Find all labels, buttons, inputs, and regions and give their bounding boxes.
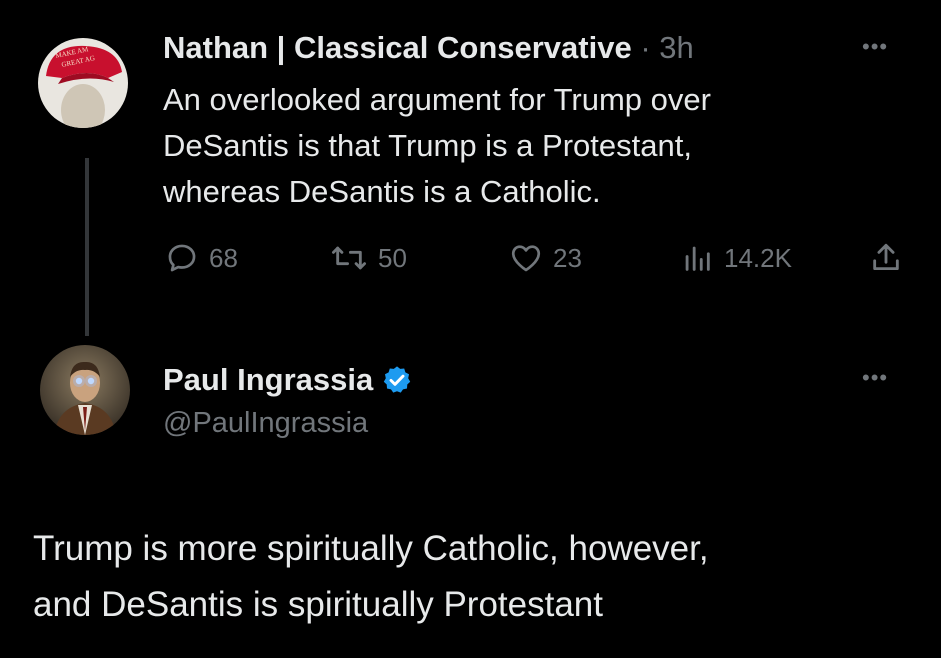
avatar-nathan-image: MAKE AM GREAT AG <box>38 38 128 128</box>
tweet2-handle[interactable]: @PaulIngrassia <box>163 407 368 440</box>
reply-button[interactable]: 68 <box>165 241 238 275</box>
tweet1-more-icon[interactable]: ••• <box>862 34 888 60</box>
tweet2-text-line: and DeSantis is spiritually Protestant <box>33 585 603 624</box>
tweet1-author-name[interactable]: Nathan | Classical Conservative <box>163 30 632 65</box>
verified-badge-icon <box>384 366 411 393</box>
views-icon <box>685 246 710 271</box>
share-icon <box>873 243 899 271</box>
tweet1-text-line: An overlooked argument for Trump over <box>163 82 711 117</box>
reply-icon <box>168 244 196 272</box>
retweet-count: 50 <box>378 242 407 273</box>
retweet-icon <box>331 246 366 270</box>
like-icon <box>511 245 541 272</box>
tweet1-text-line: DeSantis is that Trump is a Protestant, <box>163 128 692 163</box>
avatar-nathan[interactable]: MAKE AM GREAT AG <box>38 38 128 128</box>
reply-count: 68 <box>209 242 238 273</box>
avatar-paul[interactable] <box>40 345 130 435</box>
tweet2-text-line: Trump is more spiritually Catholic, howe… <box>33 529 709 568</box>
tweet2-author-name[interactable]: Paul Ingrassia <box>163 362 373 398</box>
share-button[interactable] <box>869 241 903 280</box>
like-button[interactable]: 23 <box>509 241 582 275</box>
tweet2-author: Paul Ingrassia <box>163 362 413 398</box>
tweet1-timestamp[interactable]: · 3h <box>640 30 693 65</box>
tweet1-text-line: whereas DeSantis is a Catholic. <box>163 174 601 209</box>
tweet1-text: An overlooked argument for Trump over De… <box>163 77 711 215</box>
tweet1-header: Nathan | Classical Conservative · 3h <box>163 30 694 66</box>
like-count: 23 <box>553 242 582 273</box>
retweet-button[interactable]: 50 <box>330 241 407 275</box>
views-count: 14.2K <box>724 242 792 273</box>
views-button[interactable]: 14.2K <box>680 241 792 275</box>
tweet2-more-icon[interactable]: ••• <box>862 365 888 391</box>
avatar-paul-image <box>40 345 130 435</box>
thread-connector-line <box>85 158 89 336</box>
tweet2-text: Trump is more spiritually Catholic, howe… <box>33 521 709 633</box>
